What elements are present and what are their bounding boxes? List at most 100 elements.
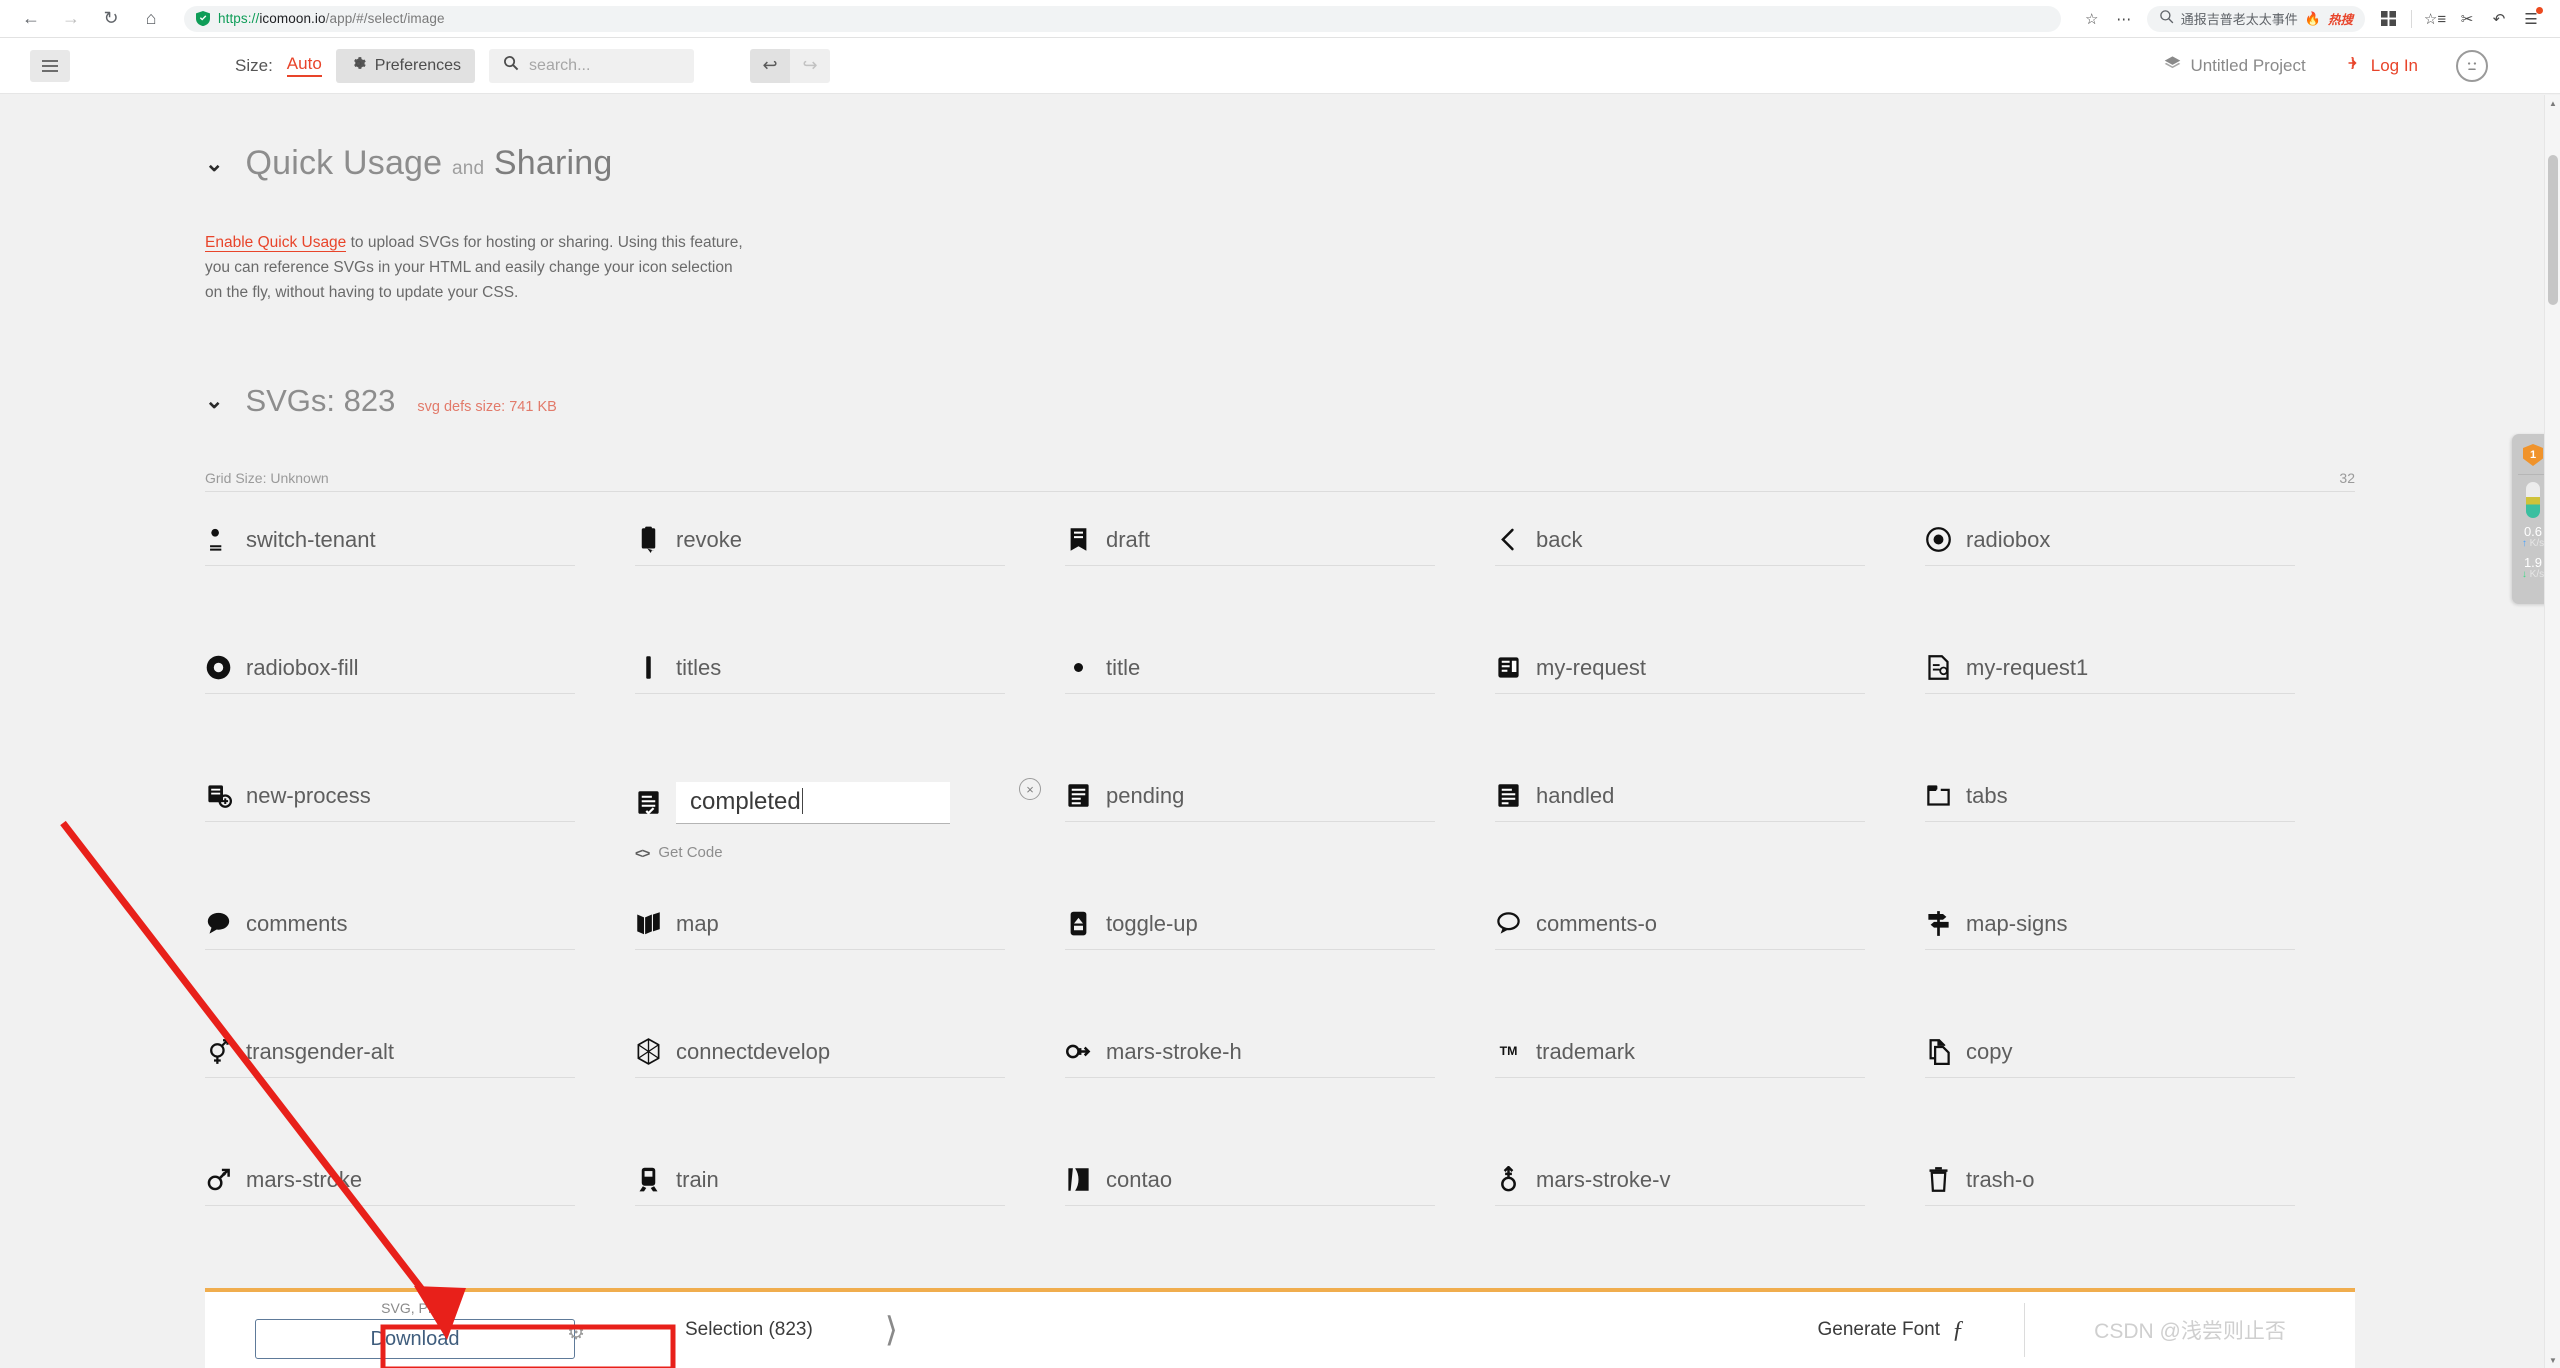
icon-cell-trademark[interactable]: TMtrademark	[1495, 1004, 1925, 1132]
icon-cell-inner[interactable]: pending	[1065, 782, 1435, 822]
icon-name-input[interactable]: completed	[676, 782, 950, 823]
more-horizontal-icon[interactable]: ⋯	[2109, 4, 2139, 34]
scrollbar-thumb[interactable]	[2548, 155, 2558, 305]
icon-cell-my-request1[interactable]: my-request1	[1925, 620, 2355, 748]
icon-cell-inner[interactable]: my-request	[1495, 654, 1865, 694]
icon-cell-inner[interactable]: revoke	[635, 526, 1005, 566]
chevron-down-icon[interactable]: ⌄	[205, 388, 223, 414]
scroll-up-arrow-icon[interactable]: ▲	[2545, 95, 2560, 111]
icon-cell-handled[interactable]: handled	[1495, 748, 1925, 876]
icon-cell-map[interactable]: map	[635, 876, 1065, 1004]
hamburger-menu-icon[interactable]: ☰	[2516, 4, 2546, 34]
toolbar-right-group: Untitled Project Log In	[2164, 50, 2540, 82]
icon-cell-inner[interactable]: handled	[1495, 782, 1865, 822]
address-bar[interactable]: https://icomoon.io/app/#/select/image	[184, 6, 2061, 32]
icon-cell-inner[interactable]: completed	[635, 782, 1045, 835]
icon-cell-inner[interactable]: titles	[635, 654, 1005, 694]
icon-cell-inner[interactable]: switch-tenant	[205, 526, 575, 566]
avatar[interactable]	[2456, 50, 2488, 82]
quick-usage-header[interactable]: ⌄ Quick Usage and Sharing	[205, 121, 2560, 206]
icon-cell-inner[interactable]: comments	[205, 910, 575, 950]
icon-cell-tabs[interactable]: tabs	[1925, 748, 2355, 876]
icon-cell-radiobox-fill[interactable]: radiobox-fill	[205, 620, 635, 748]
star-icon[interactable]: ☆	[2077, 4, 2107, 34]
scissors-icon[interactable]: ✂	[2452, 4, 2482, 34]
icon-cell-copy[interactable]: copy	[1925, 1004, 2355, 1132]
selection-segment[interactable]: Selection (823)	[625, 1292, 873, 1368]
icon-cell-train[interactable]: train	[635, 1132, 1065, 1260]
icon-cell-radiobox[interactable]: radiobox	[1925, 492, 2355, 620]
generate-font-segment[interactable]: Generate Font ƒ	[1757, 1292, 2024, 1368]
reload-icon[interactable]: ↻	[94, 2, 128, 36]
icon-cell-inner[interactable]: comments-o	[1495, 910, 1865, 950]
download-button[interactable]: Download	[255, 1319, 575, 1359]
icon-cell-map-signs[interactable]: map-signs	[1925, 876, 2355, 1004]
icon-cell-mars-stroke-h[interactable]: mars-stroke-h	[1065, 1004, 1495, 1132]
back-arrow-icon[interactable]: ←	[14, 2, 48, 36]
icon-cell-inner[interactable]: contao	[1065, 1166, 1435, 1206]
icon-cell-back[interactable]: back	[1495, 492, 1925, 620]
icon-cell-inner[interactable]: back	[1495, 526, 1865, 566]
project-button[interactable]: Untitled Project	[2164, 55, 2305, 77]
icon-cell-switch-tenant[interactable]: switch-tenant	[205, 492, 635, 620]
icon-cell-inner[interactable]: TMtrademark	[1495, 1038, 1865, 1078]
vertical-scrollbar[interactable]: ▲ ▼	[2544, 95, 2560, 1368]
icon-cell-inner[interactable]: connectdevelop	[635, 1038, 1005, 1078]
icon-cell-title[interactable]: title	[1065, 620, 1495, 748]
icon-cell-inner[interactable]: map	[635, 910, 1005, 950]
icon-cell-inner[interactable]: transgender-alt	[205, 1038, 575, 1078]
download-segment[interactable]: SVG, PNG Download ⚙	[205, 1292, 625, 1368]
icon-cell-inner[interactable]: mars-stroke-h	[1065, 1038, 1435, 1078]
enable-quick-usage-link[interactable]: Enable Quick Usage	[205, 234, 346, 252]
icon-cell-my-request[interactable]: my-request	[1495, 620, 1925, 748]
icon-cell-inner[interactable]: train	[635, 1166, 1005, 1206]
icon-cell-inner[interactable]: my-request1	[1925, 654, 2295, 694]
get-code-button[interactable]: <>Get Code	[635, 844, 723, 861]
preferences-button[interactable]: Preferences	[336, 49, 475, 83]
download-settings-gear-icon[interactable]: ⚙	[567, 1320, 585, 1345]
app-menu-button[interactable]	[30, 50, 70, 82]
icon-cell-transgender-alt[interactable]: transgender-alt	[205, 1004, 635, 1132]
icon-cell-inner[interactable]: radiobox	[1925, 526, 2295, 566]
search-input[interactable]: search...	[489, 49, 694, 83]
icon-cell-contao[interactable]: contao	[1065, 1132, 1495, 1260]
svgs-section-header[interactable]: ⌄ SVGs: 823 svg defs size: 741 KB	[205, 357, 2560, 444]
icon-cell-inner[interactable]: toggle-up	[1065, 910, 1435, 950]
icon-cell-new-process[interactable]: new-process	[205, 748, 635, 876]
login-button[interactable]: Log In	[2344, 54, 2418, 77]
icon-cell-comments-o[interactable]: comments-o	[1495, 876, 1925, 1004]
icon-cell-inner[interactable]: title	[1065, 654, 1435, 694]
icon-cell-inner[interactable]: new-process	[205, 782, 575, 822]
apps-grid-icon[interactable]	[2373, 4, 2403, 34]
icon-cell-inner[interactable]: mars-stroke	[205, 1166, 575, 1206]
icon-cell-pending[interactable]: pending	[1065, 748, 1495, 876]
icon-cell-inner[interactable]: map-signs	[1925, 910, 2295, 950]
redo-arrow-icon[interactable]: ↪	[790, 49, 830, 83]
icon-cell-inner[interactable]: radiobox-fill	[205, 654, 575, 694]
icon-cell-revoke[interactable]: revoke	[635, 492, 1065, 620]
size-value[interactable]: Auto	[287, 54, 322, 77]
icon-cell-connectdevelop[interactable]: connectdevelop	[635, 1004, 1065, 1132]
icon-cell-toggle-up[interactable]: toggle-up	[1065, 876, 1495, 1004]
icon-cell-inner[interactable]: draft	[1065, 526, 1435, 566]
icon-cell-inner[interactable]: copy	[1925, 1038, 2295, 1078]
hot-search-box[interactable]: 通报吉普老太太事件 🔥 热搜	[2147, 6, 2365, 32]
home-icon[interactable]: ⌂	[134, 2, 168, 36]
scroll-down-arrow-icon[interactable]: ▼	[2545, 1352, 2560, 1368]
undo-arrow-icon[interactable]: ↩	[750, 49, 790, 83]
icon-cell-mars-stroke-v[interactable]: mars-stroke-v	[1495, 1132, 1925, 1260]
quick-usage-title-and: and	[452, 158, 484, 179]
icon-cell-mars-stroke[interactable]: mars-stroke	[205, 1132, 635, 1260]
undo-history-icon[interactable]: ↶	[2484, 4, 2514, 34]
icon-cell-trash-o[interactable]: trash-o	[1925, 1132, 2355, 1260]
icon-cell-inner[interactable]: tabs	[1925, 782, 2295, 822]
collections-icon[interactable]: ☆≡	[2420, 4, 2450, 34]
icon-cell-titles[interactable]: titles	[635, 620, 1065, 748]
icon-cell-draft[interactable]: draft	[1065, 492, 1495, 620]
icon-cell-inner[interactable]: mars-stroke-v	[1495, 1166, 1865, 1206]
icon-cell-comments[interactable]: comments	[205, 876, 635, 1004]
icon-cell-inner[interactable]: trash-o	[1925, 1166, 2295, 1206]
chevron-down-icon[interactable]: ⌄	[205, 151, 223, 177]
forward-arrow-icon[interactable]: →	[54, 2, 88, 36]
icon-cell-completed[interactable]: completed<>Get Code×	[635, 748, 1065, 876]
